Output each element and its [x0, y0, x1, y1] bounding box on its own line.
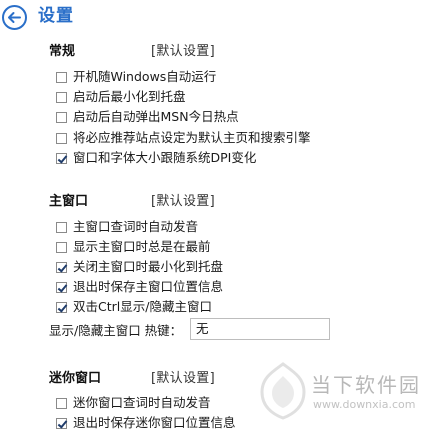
watermark-name: 当下软件园 [311, 373, 421, 397]
checkbox[interactable] [56, 417, 67, 429]
section-mini-window-header: 迷你窗口 [默认设置] [49, 371, 215, 387]
option-label: 显示主窗口时总是在最前 [73, 239, 211, 254]
section-title: 迷你窗口 [49, 371, 102, 386]
option-label: 关闭主窗口时最小化到托盘 [73, 259, 224, 274]
option-general-4[interactable]: 窗口和字体大小跟随系统DPI变化 [56, 150, 256, 166]
checkbox[interactable] [56, 397, 67, 409]
hotkey-label: 显示/隐藏主窗口 热键： [49, 322, 183, 338]
option-mini-1[interactable]: 退出时保存迷你窗口位置信息 [56, 415, 236, 431]
option-main-3[interactable]: 退出时保存主窗口位置信息 [56, 279, 223, 295]
checkbox[interactable] [56, 261, 67, 273]
option-label: 窗口和字体大小跟随系统DPI变化 [73, 150, 257, 165]
option-label: 主窗口查词时自动发音 [73, 219, 199, 234]
option-main-0[interactable]: 主窗口查词时自动发音 [56, 219, 198, 235]
option-label: 退出时保存主窗口位置信息 [73, 279, 224, 294]
checkbox[interactable] [56, 71, 67, 83]
checkbox[interactable] [56, 91, 67, 103]
checkbox[interactable] [56, 241, 67, 253]
section-title: 常规 [49, 44, 76, 59]
back-button[interactable] [1, 4, 28, 31]
checkbox[interactable] [56, 152, 67, 164]
checkbox[interactable] [56, 111, 67, 123]
option-label: 启动后最小化到托盘 [73, 89, 186, 104]
option-mini-0[interactable]: 迷你窗口查词时自动发音 [56, 395, 211, 411]
option-label: 将必应推荐站点设定为默认主页和搜索引擎 [73, 130, 311, 145]
option-general-2[interactable]: 启动后自动弹出MSN今日热点 [56, 109, 239, 125]
option-general-3[interactable]: 将必应推荐站点设定为默认主页和搜索引擎 [56, 130, 311, 146]
option-main-1[interactable]: 显示主窗口时总是在最前 [56, 239, 211, 255]
option-label: 双击Ctrl显示/隐藏主窗口 [73, 299, 212, 314]
section-general-header: 常规 [默认设置] [49, 44, 215, 60]
option-label: 迷你窗口查词时自动发音 [73, 395, 211, 410]
page-title: 设置 [38, 6, 74, 26]
section-main-window-header: 主窗口 [默认设置] [49, 194, 215, 210]
option-label: 开机随Windows自动运行 [73, 69, 217, 84]
checkbox[interactable] [56, 301, 67, 313]
option-general-1[interactable]: 启动后最小化到托盘 [56, 89, 186, 105]
checkbox[interactable] [56, 221, 67, 233]
section-title: 主窗口 [49, 194, 89, 209]
checkbox[interactable] [56, 281, 67, 293]
watermark-shield-icon [260, 362, 306, 420]
checkbox[interactable] [56, 132, 67, 144]
option-main-2[interactable]: 关闭主窗口时最小化到托盘 [56, 259, 223, 275]
watermark-url: www.downxia.com [313, 398, 416, 411]
option-general-0[interactable]: 开机随Windows自动运行 [56, 69, 216, 85]
reset-defaults-link[interactable]: [默认设置] [151, 44, 215, 59]
option-main-4[interactable]: 双击Ctrl显示/隐藏主窗口 [56, 299, 212, 315]
reset-defaults-link[interactable]: [默认设置] [151, 194, 215, 209]
reset-defaults-link[interactable]: [默认设置] [151, 371, 215, 386]
hotkey-input[interactable]: 无 [190, 318, 330, 340]
back-arrow-icon [2, 5, 27, 30]
option-label: 退出时保存迷你窗口位置信息 [73, 415, 236, 430]
option-label: 启动后自动弹出MSN今日热点 [73, 109, 239, 124]
